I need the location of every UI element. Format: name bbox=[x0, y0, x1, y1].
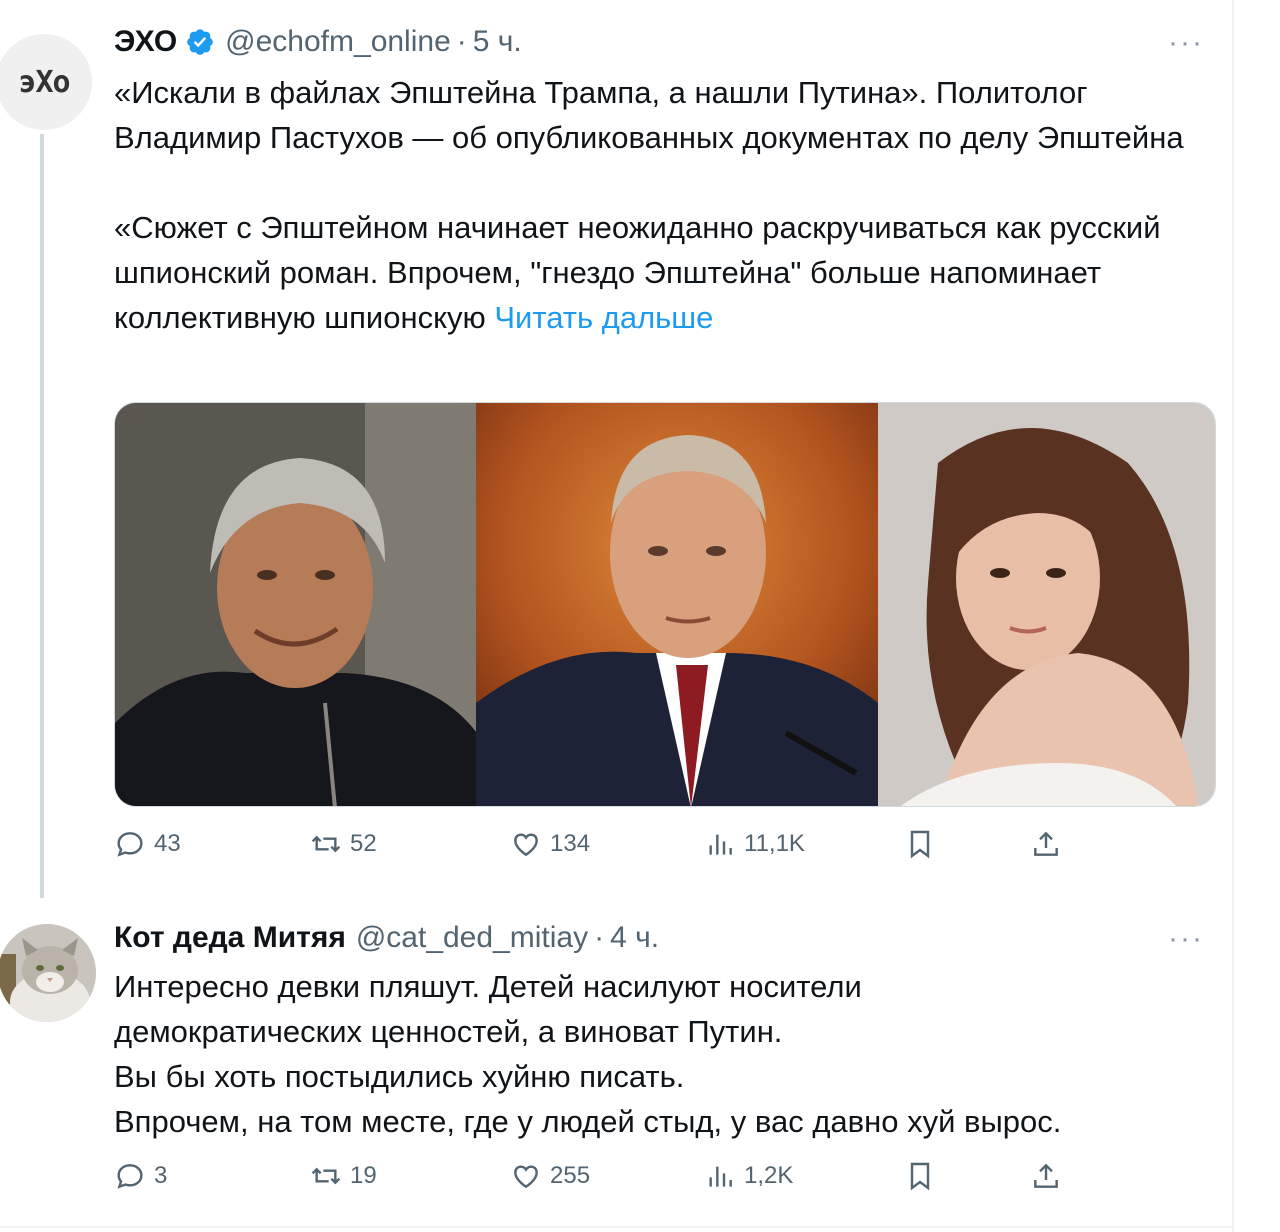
reply-button[interactable]: 43 bbox=[114, 828, 181, 860]
tweet-time[interactable]: 5 ч. bbox=[473, 25, 522, 59]
like-button[interactable]: 134 bbox=[510, 828, 590, 860]
photo-panel-middle bbox=[476, 403, 878, 806]
share-button[interactable] bbox=[1030, 828, 1070, 860]
avatar-echo-logo-text: эХо bbox=[18, 64, 70, 100]
views-count: 11,1K bbox=[744, 830, 805, 857]
views-icon bbox=[709, 834, 732, 855]
tweet-paragraph-1: «Искали в файлах Эпштейна Трампа, а нашл… bbox=[114, 75, 1184, 155]
tweet-line-4: Впрочем, на том месте, где у людей стыд,… bbox=[114, 1104, 1062, 1139]
tweet-actions: 3 19 255 1,2K bbox=[114, 1160, 1114, 1200]
like-count: 134 bbox=[550, 830, 591, 857]
heart-icon bbox=[514, 833, 538, 857]
like-count: 255 bbox=[550, 1162, 591, 1189]
avatar-cat[interactable] bbox=[0, 924, 96, 1022]
tweet-line-2: демократических ценностей, а виноват Пут… bbox=[114, 1014, 783, 1049]
photo-panel-left bbox=[115, 403, 477, 806]
tweet-time[interactable]: 4 ч. bbox=[610, 921, 659, 955]
repost-icon bbox=[311, 1167, 341, 1185]
views-button[interactable]: 11,1K bbox=[704, 828, 805, 860]
author-handle[interactable]: @cat_ded_mitiay bbox=[356, 921, 588, 955]
reply-icon bbox=[117, 832, 143, 857]
views-count: 1,2K bbox=[744, 1162, 794, 1189]
read-more-link[interactable]: Читать дальше bbox=[494, 300, 713, 335]
bookmark-icon bbox=[910, 1162, 930, 1191]
author-handle[interactable]: @echofm_online bbox=[225, 25, 451, 59]
tweet-text: «Искали в файлах Эпштейна Трампа, а нашл… bbox=[114, 70, 1194, 340]
share-button[interactable] bbox=[1030, 1160, 1070, 1192]
reply-button[interactable]: 3 bbox=[114, 1160, 167, 1192]
repost-button[interactable]: 19 bbox=[310, 1160, 377, 1192]
avatar-echo[interactable]: эХо bbox=[0, 34, 92, 130]
tweet-echo[interactable]: эХо ЭХО @echofm_online · 5 ч. ··· «Искал… bbox=[0, 0, 1234, 900]
share-icon bbox=[1034, 1163, 1058, 1188]
separator-dot: · bbox=[456, 25, 467, 58]
verified-badge-icon bbox=[185, 27, 215, 57]
repost-icon bbox=[311, 835, 341, 853]
cat-photo bbox=[0, 924, 96, 1022]
tweet-header: Кот деда Митяя @cat_ded_mitiay · 4 ч. bbox=[114, 918, 659, 958]
bookmark-button[interactable] bbox=[904, 1160, 944, 1192]
author-name[interactable]: ЭХО bbox=[114, 25, 177, 59]
tweet-reply[interactable]: Кот деда Митяя @cat_ded_mitiay · 4 ч. ··… bbox=[0, 900, 1234, 1226]
tweet-paragraph-2: «Сюжет с Эпштейном начинает неожиданно р… bbox=[114, 205, 1194, 340]
timeline-bottom-border bbox=[0, 1226, 1234, 1228]
views-icon bbox=[709, 1166, 732, 1187]
repost-count: 52 bbox=[350, 830, 377, 857]
separator-dot: · bbox=[594, 921, 605, 954]
tweet-line-3: Вы бы хоть постыдились хуйню писать. bbox=[114, 1059, 685, 1094]
views-button[interactable]: 1,2K bbox=[704, 1160, 793, 1192]
heart-icon bbox=[514, 1165, 538, 1189]
bookmark-button[interactable] bbox=[904, 828, 944, 860]
reply-count: 43 bbox=[154, 830, 181, 857]
more-options-icon[interactable]: ··· bbox=[1168, 26, 1204, 60]
thread-line bbox=[40, 134, 44, 898]
more-options-icon[interactable]: ··· bbox=[1168, 922, 1204, 956]
reply-count: 3 bbox=[154, 1162, 168, 1189]
like-button[interactable]: 255 bbox=[510, 1160, 590, 1192]
author-name[interactable]: Кот деда Митяя bbox=[114, 921, 346, 955]
share-icon bbox=[1034, 831, 1058, 856]
tweet-actions: 43 52 134 11,1K bbox=[114, 828, 1114, 868]
tweet-header: ЭХО @echofm_online · 5 ч. bbox=[114, 22, 522, 62]
photo-panel-right bbox=[877, 403, 1215, 806]
tweet-media-image[interactable] bbox=[114, 402, 1216, 807]
repost-count: 19 bbox=[350, 1162, 377, 1189]
tweet-text: Интересно девки пляшут. Детей насилуют н… bbox=[114, 964, 1194, 1144]
reply-icon bbox=[117, 1164, 143, 1189]
bookmark-icon bbox=[910, 830, 930, 859]
repost-button[interactable]: 52 bbox=[310, 828, 377, 860]
tweet-line-1: Интересно девки пляшут. Детей насилуют н… bbox=[114, 969, 862, 1004]
